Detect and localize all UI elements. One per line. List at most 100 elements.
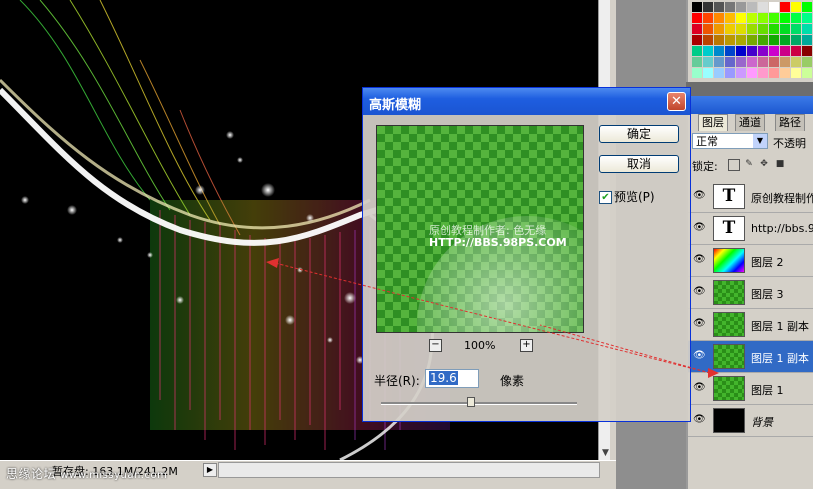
color-swatch[interactable]: [714, 35, 724, 45]
color-swatch[interactable]: [758, 57, 768, 67]
color-swatch[interactable]: [725, 13, 735, 23]
color-swatch[interactable]: [769, 13, 779, 23]
color-swatch[interactable]: [791, 46, 801, 56]
cancel-button[interactable]: 取消: [599, 155, 679, 173]
dialog-titlebar[interactable]: 高斯模糊 ✕: [363, 88, 690, 115]
color-swatch[interactable]: [736, 46, 746, 56]
color-swatch[interactable]: [769, 35, 779, 45]
color-swatch[interactable]: [802, 57, 812, 67]
close-icon[interactable]: ✕: [667, 92, 686, 111]
eye-icon[interactable]: 👁: [693, 191, 706, 201]
layers-panel-titlebar[interactable]: [688, 96, 813, 114]
color-swatch[interactable]: [802, 2, 812, 12]
swatch-grid[interactable]: [692, 2, 812, 78]
color-swatch[interactable]: [703, 46, 713, 56]
color-swatch[interactable]: [780, 57, 790, 67]
color-swatch[interactable]: [758, 46, 768, 56]
color-swatch[interactable]: [769, 57, 779, 67]
color-swatch[interactable]: [725, 35, 735, 45]
color-swatch[interactable]: [714, 13, 724, 23]
color-swatch[interactable]: [747, 57, 757, 67]
color-swatch[interactable]: [758, 35, 768, 45]
move-icon[interactable]: ✥: [759, 159, 769, 169]
color-swatch[interactable]: [780, 68, 790, 78]
color-swatch[interactable]: [736, 68, 746, 78]
color-swatch[interactable]: [725, 46, 735, 56]
color-swatch[interactable]: [725, 2, 735, 12]
preview-checkbox[interactable]: ✔ 预览(P): [599, 188, 655, 205]
color-swatch[interactable]: [714, 57, 724, 67]
checkmark-icon[interactable]: ✔: [599, 191, 612, 204]
eye-icon[interactable]: 👁: [693, 255, 706, 265]
color-swatch[interactable]: [769, 2, 779, 12]
color-swatch[interactable]: [780, 46, 790, 56]
zoom-out-button[interactable]: −: [429, 339, 442, 352]
color-swatch[interactable]: [758, 68, 768, 78]
color-swatch[interactable]: [703, 57, 713, 67]
brush-icon[interactable]: ✎: [744, 159, 754, 169]
radius-input[interactable]: 19.6: [425, 369, 479, 388]
lock-icon[interactable]: ■: [775, 159, 785, 169]
color-swatch[interactable]: [692, 35, 702, 45]
status-menu-arrow-icon[interactable]: ▶: [203, 463, 217, 477]
color-swatch[interactable]: [791, 68, 801, 78]
color-swatch[interactable]: [725, 24, 735, 34]
color-swatch[interactable]: [703, 13, 713, 23]
color-swatch[interactable]: [692, 24, 702, 34]
blur-preview[interactable]: 原创教程制作者: 色无缘 HTTP://BBS.98PS.COM: [376, 125, 584, 333]
tab-channels[interactable]: 通道: [735, 114, 765, 131]
color-swatch[interactable]: [725, 57, 735, 67]
ok-button[interactable]: 确定: [599, 125, 679, 143]
color-swatch[interactable]: [802, 35, 812, 45]
color-swatch[interactable]: [780, 35, 790, 45]
blend-mode-select[interactable]: 正常 ▼: [692, 133, 768, 149]
color-swatch[interactable]: [703, 35, 713, 45]
color-swatch[interactable]: [714, 68, 724, 78]
layer-row[interactable]: 👁 图层 1: [688, 373, 813, 405]
color-swatch[interactable]: [791, 24, 801, 34]
color-swatch[interactable]: [692, 46, 702, 56]
color-swatch[interactable]: [747, 46, 757, 56]
canvas-horizontal-scrollbar[interactable]: [218, 462, 600, 478]
color-swatch[interactable]: [747, 24, 757, 34]
color-swatch[interactable]: [791, 57, 801, 67]
color-swatch[interactable]: [758, 13, 768, 23]
color-swatch[interactable]: [791, 35, 801, 45]
color-swatch[interactable]: [703, 24, 713, 34]
color-swatch[interactable]: [747, 2, 757, 12]
color-swatch[interactable]: [692, 68, 702, 78]
color-swatch[interactable]: [758, 2, 768, 12]
layer-row[interactable]: 👁 Thttp://bbs.98: [688, 213, 813, 245]
color-swatch[interactable]: [747, 13, 757, 23]
tab-layers[interactable]: 图层: [698, 114, 728, 131]
color-swatch[interactable]: [769, 68, 779, 78]
color-swatch[interactable]: [725, 68, 735, 78]
eye-icon[interactable]: 👁: [693, 351, 706, 361]
eye-icon[interactable]: 👁: [693, 319, 706, 329]
radius-slider[interactable]: [381, 397, 577, 407]
layer-row[interactable]: 👁 图层 3: [688, 277, 813, 309]
color-swatch[interactable]: [802, 46, 812, 56]
eye-icon[interactable]: 👁: [693, 383, 706, 393]
scroll-down-icon[interactable]: ▼: [602, 448, 609, 458]
tab-paths[interactable]: 路径: [775, 114, 805, 131]
layer-row[interactable]: 👁 图层 1 副本: [688, 309, 813, 341]
color-swatch[interactable]: [791, 13, 801, 23]
color-swatch[interactable]: [736, 13, 746, 23]
color-swatch[interactable]: [703, 68, 713, 78]
layer-row[interactable]: 👁 图层 1 副本: [688, 341, 813, 373]
eye-icon[interactable]: 👁: [693, 223, 706, 233]
color-swatch[interactable]: [714, 2, 724, 12]
lock-transparency-icon[interactable]: [728, 159, 740, 171]
eye-icon[interactable]: 👁: [693, 287, 706, 297]
zoom-in-button[interactable]: +: [520, 339, 533, 352]
color-swatch[interactable]: [692, 57, 702, 67]
color-swatch[interactable]: [692, 2, 702, 12]
color-swatch[interactable]: [791, 2, 801, 12]
color-swatch[interactable]: [736, 57, 746, 67]
color-swatch[interactable]: [758, 24, 768, 34]
color-swatch[interactable]: [780, 24, 790, 34]
color-swatch[interactable]: [802, 24, 812, 34]
color-swatch[interactable]: [802, 68, 812, 78]
color-swatch[interactable]: [802, 13, 812, 23]
